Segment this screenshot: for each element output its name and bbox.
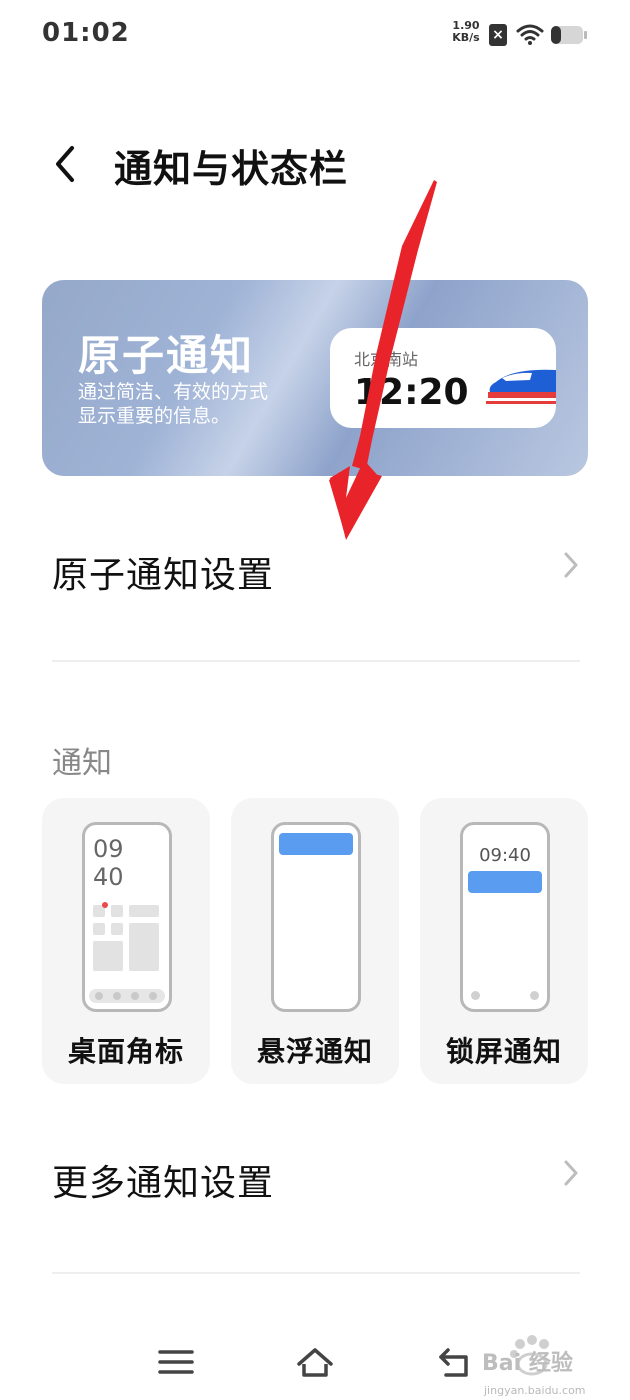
network-speed-unit: KB/s xyxy=(452,31,480,44)
banner-description-line2: 显示重要的信息。 xyxy=(78,405,231,427)
lockscreen-banner-preview xyxy=(468,871,542,893)
wifi-icon xyxy=(516,24,544,45)
train-icon xyxy=(486,369,556,404)
chevron-left-icon[interactable] xyxy=(48,140,82,188)
chevron-right-icon xyxy=(564,1160,578,1186)
back-icon[interactable] xyxy=(436,1342,476,1382)
preview-clock: 09 40 xyxy=(93,835,124,891)
app-icon xyxy=(111,905,123,917)
atomic-notification-banner: 原子通知 通过简洁、有效的方式 显示重要的信息。 北京南站 12:20 xyxy=(42,280,588,476)
card-label: 悬浮通知 xyxy=(256,1035,373,1068)
badge-dot xyxy=(102,902,108,908)
preview-clock-hour: 09 xyxy=(93,835,124,863)
banner-description-line1: 通过简洁、有效的方式 xyxy=(78,381,269,403)
card-label: 桌面角标 xyxy=(67,1035,184,1068)
more-notification-settings-row[interactable]: 更多通知设置 xyxy=(52,1154,274,1206)
phone-preview-desktop: 09 40 xyxy=(82,822,172,1012)
phone-preview-floating xyxy=(271,822,361,1012)
preview-clock-minute: 40 xyxy=(93,863,124,891)
menu-icon[interactable] xyxy=(156,1342,196,1382)
phone-preview-lockscreen: 09:40 xyxy=(460,822,550,1012)
atomic-notification-settings-row[interactable]: 原子通知设置 xyxy=(52,546,274,598)
card-label: 锁屏通知 xyxy=(445,1035,562,1068)
app-icon xyxy=(93,923,105,935)
chevron-right-icon xyxy=(564,552,578,578)
preview-time: 12:20 xyxy=(354,372,469,413)
divider xyxy=(52,660,580,662)
divider xyxy=(52,1272,580,1274)
preview-station: 北京南站 xyxy=(354,350,419,369)
widget-placeholder xyxy=(129,905,159,917)
banner-description: 通过简洁、有效的方式 显示重要的信息。 xyxy=(78,380,318,428)
status-time: 01:02 xyxy=(42,18,130,48)
widget-placeholder xyxy=(93,941,123,971)
desktop-badge-card[interactable]: 09 40 桌面角标 xyxy=(42,798,210,1084)
flashlight-shortcut xyxy=(471,991,480,1000)
floating-notification-card[interactable]: 悬浮通知 xyxy=(231,798,399,1084)
home-icon[interactable] xyxy=(295,1342,335,1382)
banner-title: 原子通知 xyxy=(78,331,255,380)
app-icon xyxy=(111,923,123,935)
camera-shortcut xyxy=(530,991,539,1000)
battery-icon xyxy=(551,26,587,44)
widget-placeholder xyxy=(129,923,159,971)
baidu-watermark-logo: Bai 经验 xyxy=(482,1335,573,1376)
section-title-notifications: 通知 xyxy=(52,746,112,781)
network-speed: 1.90 KB/s xyxy=(446,20,486,44)
watermark-logo-text: Bai 经验 xyxy=(482,1350,573,1376)
page-title: 通知与状态栏 xyxy=(114,147,349,191)
atomic-notification-preview: 北京南站 12:20 xyxy=(330,328,556,428)
preview-clock: 09:40 xyxy=(479,845,531,866)
dock xyxy=(89,989,165,1003)
lockscreen-notification-card[interactable]: 09:40 锁屏通知 xyxy=(420,798,588,1084)
floating-banner-preview xyxy=(279,833,353,855)
watermark-url: jingyan.baidu.com xyxy=(484,1384,586,1397)
no-sim-icon: × xyxy=(489,24,507,46)
